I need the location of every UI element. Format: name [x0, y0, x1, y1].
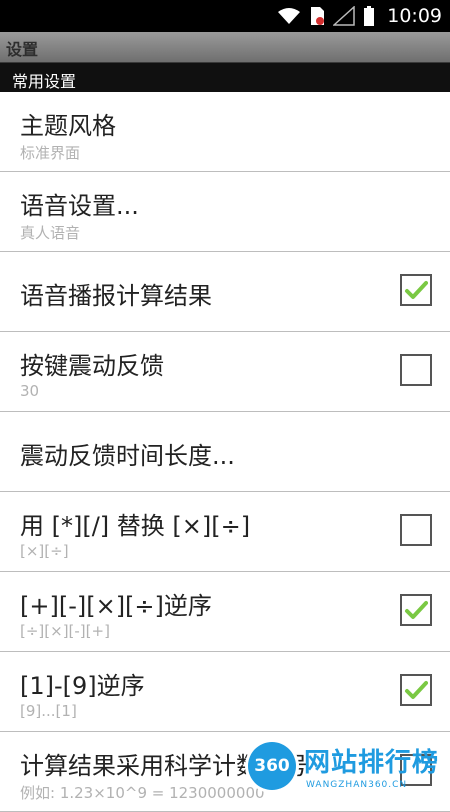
setting-title: 用 [*][/] 替换 [×][÷] [20, 512, 251, 540]
setting-summary: [÷][×][-][+] [20, 622, 110, 640]
section-header: 常用设置 [0, 62, 450, 93]
title-bar: 设置 [0, 32, 450, 62]
checkbox[interactable] [400, 754, 432, 786]
checkmark-icon [405, 601, 428, 619]
sim-card-icon [311, 7, 325, 25]
setting-replace-operators[interactable]: 用 [*][/] 替换 [×][÷] [×][÷] [0, 492, 450, 572]
setting-voice[interactable]: 语音设置... 真人语音 [0, 172, 450, 252]
setting-summary: [×][÷] [20, 542, 69, 560]
setting-summary: 标准界面 [20, 144, 81, 162]
wifi-icon [278, 8, 301, 24]
setting-reverse-digits[interactable]: [1]-[9]逆序 [9]...[1] [0, 652, 450, 732]
checkbox[interactable] [400, 514, 432, 546]
setting-key-vibration[interactable]: 按键震动反馈 30 [0, 332, 450, 412]
setting-title: [+][-][×][÷]逆序 [20, 592, 212, 620]
checkbox[interactable] [400, 594, 432, 626]
setting-summary: [9]...[1] [20, 702, 77, 720]
setting-summary: 30 [20, 382, 40, 400]
setting-scientific-notation[interactable]: 计算结果采用科学计数符号 例如: 1.23×10^9 = 1230000000 [0, 732, 450, 812]
setting-reverse-operators[interactable]: [+][-][×][÷]逆序 [÷][×][-][+] [0, 572, 450, 652]
section-title: 常用设置 [12, 72, 77, 91]
setting-title: [1]-[9]逆序 [20, 672, 145, 700]
setting-vibration-duration[interactable]: 震动反馈时间长度... [0, 412, 450, 492]
setting-title: 按键震动反馈 [20, 352, 164, 380]
setting-title: 语音播报计算结果 [20, 282, 212, 310]
setting-title: 语音设置... [20, 192, 139, 220]
setting-title: 计算结果采用科学计数符号 [20, 752, 308, 780]
settings-list: 主题风格 标准界面 语音设置... 真人语音 语音播报计算结果 按键震动反馈 3… [0, 92, 450, 812]
status-icons: 10:09 [277, 0, 442, 32]
page-title: 设置 [6, 40, 39, 59]
setting-summary: 真人语音 [20, 224, 81, 242]
setting-voice-result[interactable]: 语音播报计算结果 [0, 252, 450, 332]
checkmark-icon [405, 681, 428, 699]
setting-theme-style[interactable]: 主题风格 标准界面 [0, 92, 450, 172]
checkbox[interactable] [400, 674, 432, 706]
status-bar: 10:09 [0, 0, 450, 32]
status-time: 10:09 [387, 5, 442, 27]
battery-icon [364, 6, 375, 26]
checkmark-icon [405, 281, 428, 299]
checkbox[interactable] [400, 274, 432, 306]
setting-title: 主题风格 [20, 112, 116, 140]
checkbox[interactable] [400, 354, 432, 386]
setting-title: 震动反馈时间长度... [20, 442, 235, 470]
signal-icon [333, 6, 355, 26]
